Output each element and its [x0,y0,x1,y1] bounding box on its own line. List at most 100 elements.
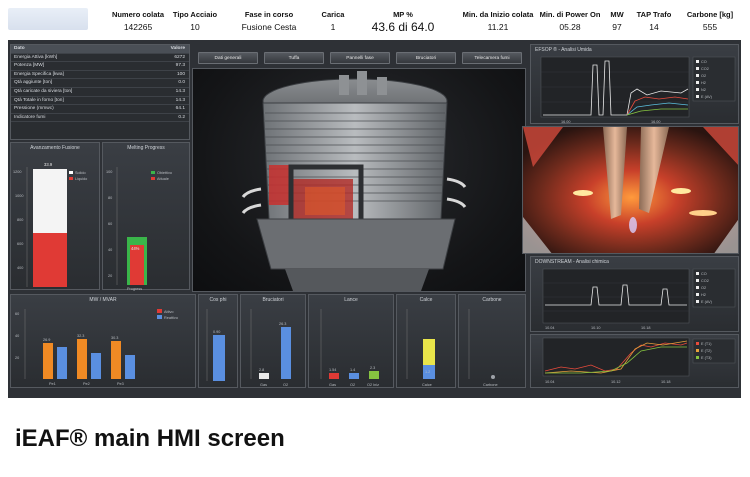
svg-text:60: 60 [15,312,19,316]
svg-text:10.18: 10.18 [661,380,671,384]
burners-panel: Bruciatori 2.8 26.3 Gas O2 [240,294,306,388]
panel-title: MW / MVAR [89,297,117,303]
svg-text:20: 20 [15,356,19,360]
row-value: 0.0 [178,80,185,86]
legend-h2: H2 [701,293,706,297]
legend-swatch-reattivo [157,315,162,319]
panel-title: Carbone [482,297,502,303]
panel-title: DOWNSTREAM - Analisi chimica [535,259,609,265]
header-bar: Numero colata 142265 Tipo Acciaio 10 Fas… [0,0,750,40]
legend-e-t1: E (T1) [701,342,712,346]
camera-image [523,127,738,253]
header-item-min-inizio: Min. da Inizio colata 11.21 [462,10,534,32]
furnace-camera-view[interactable] [522,126,739,254]
legend-co: CO [701,272,707,276]
row-label: Energia Specifica [kwa] [14,71,64,77]
legend-e-av: E (AV) [701,300,713,304]
header-value: Fusione Cesta [241,22,297,32]
legend-swatch-obiettivo [151,171,155,174]
table-row: Energia Attiva [kWh] 6272 [11,54,189,63]
category-label: O2 [350,383,355,387]
bar-o2 [281,327,291,379]
header-label: TAP Trafo [636,10,672,19]
header-value: 10 [190,22,200,32]
bar-mvar-pe2 [91,353,101,379]
legend-e-t3: E (T3) [701,356,712,360]
table-row: Potenza [MW] 97.3 [11,62,189,71]
efsop-legend [692,56,736,102]
header-item-mp: MP % 43.6 di 64.0 [358,10,448,34]
carbon-chart: Carbone [468,309,498,387]
nav-button-dati-generali[interactable]: Dati generali [198,52,258,64]
panel-title: Cos phi [209,297,227,303]
header-label: Tipo Acciaio [172,10,218,19]
nav-button-pannelli[interactable]: Pannelli fase [330,52,390,64]
category-label: Carbone [483,383,498,387]
furnace-3d-view[interactable] [192,68,526,292]
bar-value-label: 1.54 [329,368,336,372]
legend-swatch-attuale [151,177,155,180]
bar-mw-pe3 [111,341,121,379]
cos-phi-bar [213,335,225,381]
svg-text:10.10: 10.10 [591,326,601,330]
row-value: 100 [176,71,185,77]
svg-text:40: 40 [108,248,112,252]
svg-text:1200: 1200 [13,170,21,174]
screen-caption: iEAF® main HMI screen [15,425,285,452]
svg-text:16.00: 16.00 [561,120,571,124]
nav-button-bruciatori[interactable]: Bruciatori [396,52,456,64]
lances-panel: Lance 1.54 1.4 2.3 Gas O2 O2 Iniz [308,294,394,388]
furnace-model-image [241,71,467,291]
header-item-carica: Carica 1 [318,10,348,32]
svg-text:16.00: 16.00 [651,120,661,124]
bar-value-label: 26.9 [43,338,50,342]
row-label: Energia Attiva [kWh] [14,54,58,60]
table-row: Energia Specifica [kwa] 100 [11,71,189,80]
header-label: Numero colata [111,10,165,19]
nav-button-telecamera[interactable]: Telecamera fumi [462,52,522,64]
svg-text:10.18: 10.18 [641,326,651,330]
legend-co: CO [701,60,707,64]
legend-e-av: E (AV) [701,95,713,99]
downstream-legend [692,268,736,308]
row-value: 64.1 [175,106,185,112]
row-label: Qtà Totale in forno [ton] [14,97,64,103]
bar-mvar-pe1 [57,347,67,379]
table-row: Indicatore fumi 0.2 [11,114,189,123]
power-legend [692,338,736,364]
lime-chart: 1.2 Calce [406,309,435,387]
category-label: Pe2 [83,382,90,386]
efsop-chart-panel: EFSOP ® - Analisi Umida 16.00 16.00 CO CO… [530,44,739,124]
bar-value-label: 32.3 [77,334,84,338]
svg-text:800: 800 [17,218,23,222]
bar-value-label: 2.3 [370,366,375,370]
header-label: MW [610,10,624,19]
column-header-valore: Valore [170,46,185,51]
legend-co2: CO2 [701,67,709,71]
header-label: Carbone [kg] [686,10,734,19]
category-label: Calce [422,383,432,387]
downstream-chart-panel: DOWNSTREAM - Analisi chimica 10.04 10.10 1… [530,256,739,332]
row-label: Indicatore fumi [14,114,46,120]
row-label: Pressione (mmwc) [14,106,54,112]
svg-text:20: 20 [108,274,112,278]
nav-button-tuffa[interactable]: Tuffa [264,52,324,64]
table-row: Qtà caricate da siviera [ton] 14.3 [11,88,189,97]
legend-solido: Solido [75,171,86,175]
panel-title: Calce [419,297,433,303]
panel-title: Avanzamento Fusione [30,145,80,151]
process-data-table: Dato Valore Energia Attiva [kWh] 6272 Pot… [10,44,190,140]
legend-liquido: Liquido [75,177,87,181]
table-row: Pressione (mmwc) 64.1 [11,105,189,114]
header-value: 142265 [123,22,153,32]
actual-bar [130,245,144,285]
row-label: Qtà caricate da siviera [ton] [14,88,73,94]
melting-progress-chart: 100 80 60 40 20 44% Progress Obiettivo Attua… [106,167,172,291]
burners-chart: 2.8 26.3 Gas O2 [250,309,291,387]
header-label: Carica [321,10,345,19]
mw-mvar-panel: MW / MVAR 60 40 20 26.9 32.3 30.3 Pe1 Pe2 … [10,294,196,388]
legend-attivo: Attivo [164,310,174,314]
bar-lance-o2-iniz [369,371,379,379]
carbon-panel: Carbone Carbone [458,294,526,388]
svg-text:10.04: 10.04 [545,326,555,330]
